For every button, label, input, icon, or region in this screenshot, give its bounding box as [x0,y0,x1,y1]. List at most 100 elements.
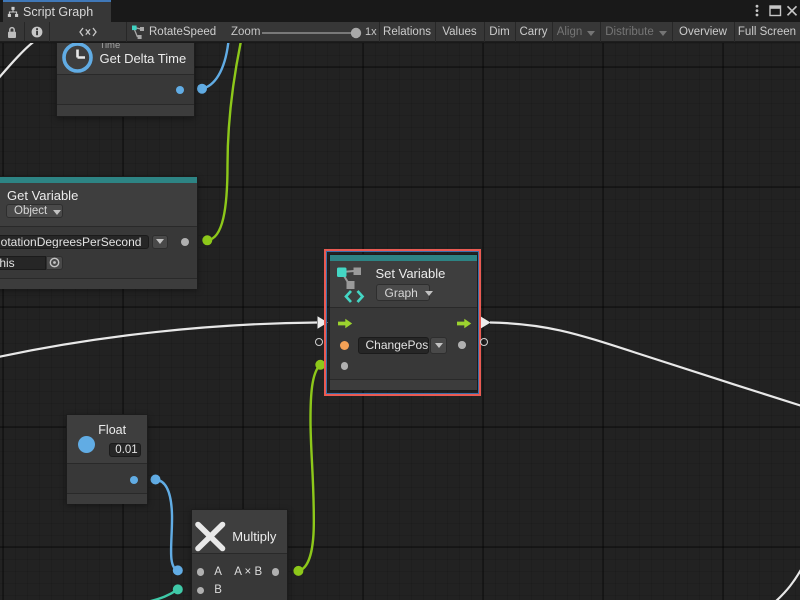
node-footer [0,278,197,289]
node-body [57,74,194,104]
value-port-output[interactable] [458,341,466,349]
chevron-down-icon [53,210,61,215]
wire-white-topleft [0,43,34,80]
info-icon [31,26,43,38]
wire-blue-delta-time [202,43,229,89]
chevron-down-icon [425,291,433,296]
close-icon[interactable] [788,6,797,15]
variable-name-input[interactable]: RotationDegreesPerSecond [0,235,149,249]
port-label-a: A [214,566,222,578]
button-label: Overview [679,26,727,38]
wire-end-dot [173,565,183,575]
multiply-icon [194,520,228,554]
variable-name-input[interactable]: ChangePos [358,337,429,355]
port-ring-left[interactable] [315,338,323,346]
chevron-down-icon [156,239,164,244]
info-button[interactable] [25,22,49,42]
graph-name[interactable]: RotateSpeed [149,22,216,42]
value-port-output[interactable] [176,86,184,94]
object-picker-button[interactable] [46,256,64,270]
maximize-icon[interactable] [770,6,781,16]
wire-end-dot [197,84,207,94]
chevron-down-icon [587,31,595,36]
dropdown-value: Object [14,205,47,217]
graph-world: Time Get Delta Time Get Variable Object … [0,43,800,600]
flow-port-input[interactable] [338,318,354,330]
set-variable-icon [336,266,374,304]
node-footer [67,493,147,504]
port-label-b: B [214,584,222,596]
object-field[interactable]: This [0,256,46,270]
value-port-output[interactable] [272,568,280,576]
fullscreen-button[interactable]: Full Screen [734,22,800,42]
dim-button[interactable]: Dim [484,22,515,42]
zoom-slider[interactable] [256,22,376,42]
wire-end-dot [173,584,183,594]
value-port-input[interactable] [341,362,349,370]
node-float[interactable]: Float 0.01 [66,414,148,504]
distribute-button[interactable]: Distribute [600,22,672,42]
wire-white-into-set-variable [0,323,317,358]
overview-button[interactable]: Overview [672,22,734,42]
dropdown-value: Graph [385,286,418,300]
wire-end-dot [202,235,212,245]
flow-port-output[interactable] [457,318,473,330]
float-icon [78,436,95,453]
clock-icon [62,43,98,77]
carry-button[interactable]: Carry [515,22,552,42]
wire-green-multiply-setvar [298,365,320,571]
input-value: ChangePos [366,338,429,352]
button-label: Dim [489,26,509,38]
variable-kind-dropdown[interactable]: Object [6,204,63,218]
value-port-input-a[interactable] [197,568,205,576]
object-picker-icon [49,257,60,268]
value-port-input-name[interactable] [340,341,349,350]
variable-name-dropdown[interactable] [152,235,168,249]
node-kind-label: Time [100,43,121,51]
button-label: Carry [519,26,547,38]
graph-pointer-icon [131,24,148,41]
lock-button[interactable] [0,22,24,42]
float-value-input[interactable]: 0.01 [109,443,141,457]
variable-name-dropdown[interactable] [430,337,447,355]
node-get-delta-time[interactable]: Time Get Delta Time [56,43,195,117]
values-button[interactable]: Values [435,22,484,42]
value-port-output[interactable] [181,238,189,246]
node-multiply[interactable]: Multiply A A × B B [191,509,288,600]
node-title: Set Variable [376,266,446,281]
relations-button[interactable]: Relations [379,22,435,42]
align-button[interactable]: Align [552,22,600,42]
code-icon [79,27,97,37]
wire-white-bottomright [775,568,800,600]
input-value: RotationDegreesPerSecond [0,235,141,249]
port-label-result: A × B [234,566,262,578]
variable-kind-dropdown[interactable]: Graph [376,284,430,301]
input-value: 0.01 [115,444,137,456]
node-footer [330,379,477,390]
tab-bar: Script Graph [0,0,800,22]
tab-title: Script Graph [23,5,93,19]
zoom-value: 1x [365,22,377,42]
wire-end-dot [293,566,303,576]
node-title: Get Variable [7,188,78,203]
button-label: Full Screen [738,26,796,38]
lock-icon [6,26,18,39]
graph-canvas[interactable]: Time Get Delta Time Get Variable Object … [0,43,800,600]
window-controls [740,0,800,22]
tab-script-graph[interactable]: Script Graph [3,0,111,22]
wire-white-out-of-set-variable [490,323,800,408]
toolbar: RotateSpeed Zoom 1x Relations Values Dim… [0,22,800,42]
node-title: Float [98,423,126,437]
toolbar-separator [126,22,127,42]
script-graph-icon [7,6,19,18]
node-set-variable[interactable]: Set Variable Graph ChangePos [329,254,478,391]
node-body [0,226,197,278]
button-label: Values [442,26,476,38]
node-get-variable[interactable]: Get Variable Object RotationDegreesPerSe… [0,176,198,289]
value-port-output[interactable] [130,476,138,484]
zoom-slider-handle[interactable] [351,28,361,38]
wire-green-get-variable [207,43,241,240]
kebab-icon[interactable] [756,5,759,17]
wire-end-dot [151,475,161,485]
code-view-button[interactable] [49,22,126,42]
